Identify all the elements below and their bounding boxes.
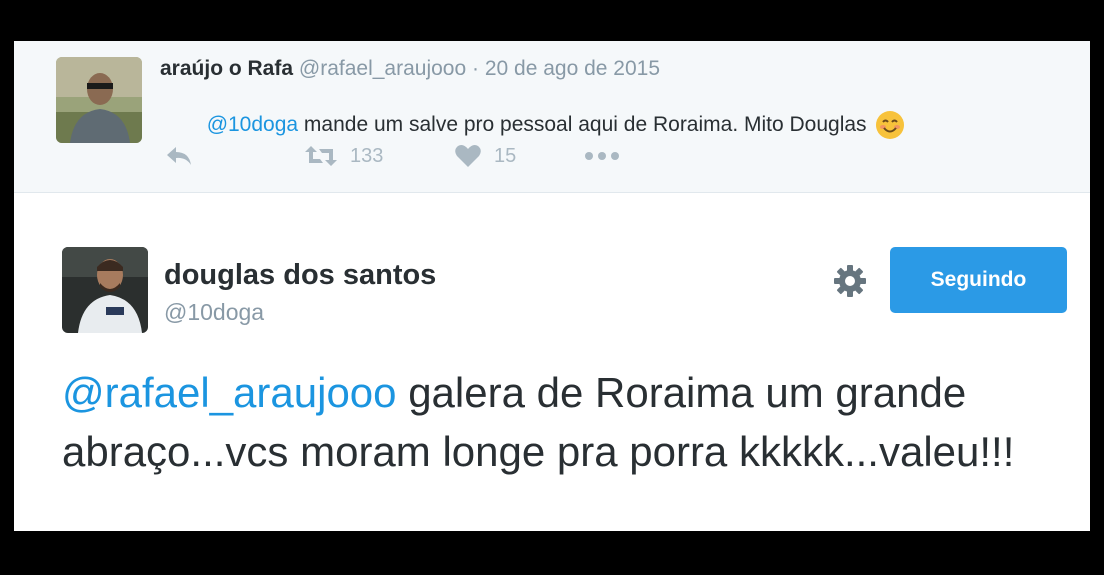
parent-tweet-header: araújo o Rafa @rafael_araujooo · 20 de a… — [160, 57, 660, 81]
separator: · — [472, 57, 479, 80]
like-count: 15 — [494, 144, 517, 167]
following-button[interactable]: Seguindo — [890, 247, 1067, 313]
avatar[interactable] — [62, 247, 148, 333]
gear-icon[interactable] — [832, 263, 868, 299]
author-handle[interactable]: @rafael_araujooo — [299, 57, 466, 80]
mention-link[interactable]: @rafael_araujooo — [62, 369, 397, 416]
author-name[interactable]: araújo o Rafa — [160, 57, 293, 80]
retweet-count: 133 — [350, 144, 384, 167]
tweet-text: @rafael_araujooo galera de Roraima um gr… — [62, 363, 1062, 481]
reply-icon — [167, 147, 191, 165]
retweet-button[interactable]: 133 — [304, 145, 454, 168]
smiling-face-icon — [875, 110, 905, 140]
reply-button[interactable] — [164, 145, 304, 167]
more-button[interactable] — [584, 151, 620, 161]
heart-icon — [455, 145, 481, 167]
retweet-icon — [305, 146, 337, 166]
tweet-date[interactable]: 20 de ago de 2015 — [485, 57, 660, 80]
avatar[interactable] — [56, 57, 142, 143]
mention-link[interactable]: @10doga — [207, 113, 298, 136]
tweet-body: mande um salve pro pessoal aqui de Rorai… — [298, 113, 867, 136]
like-button[interactable]: 15 — [454, 144, 584, 168]
parent-tweet: araújo o Rafa @rafael_araujooo · 20 de a… — [14, 41, 1090, 193]
tweet-actions: 133 15 — [164, 141, 620, 171]
author-name[interactable]: douglas dos santos — [164, 259, 436, 292]
more-icon — [585, 152, 619, 160]
tweet-screenshot: araújo o Rafa @rafael_araujooo · 20 de a… — [14, 41, 1090, 531]
author-handle[interactable]: @10doga — [164, 299, 264, 326]
